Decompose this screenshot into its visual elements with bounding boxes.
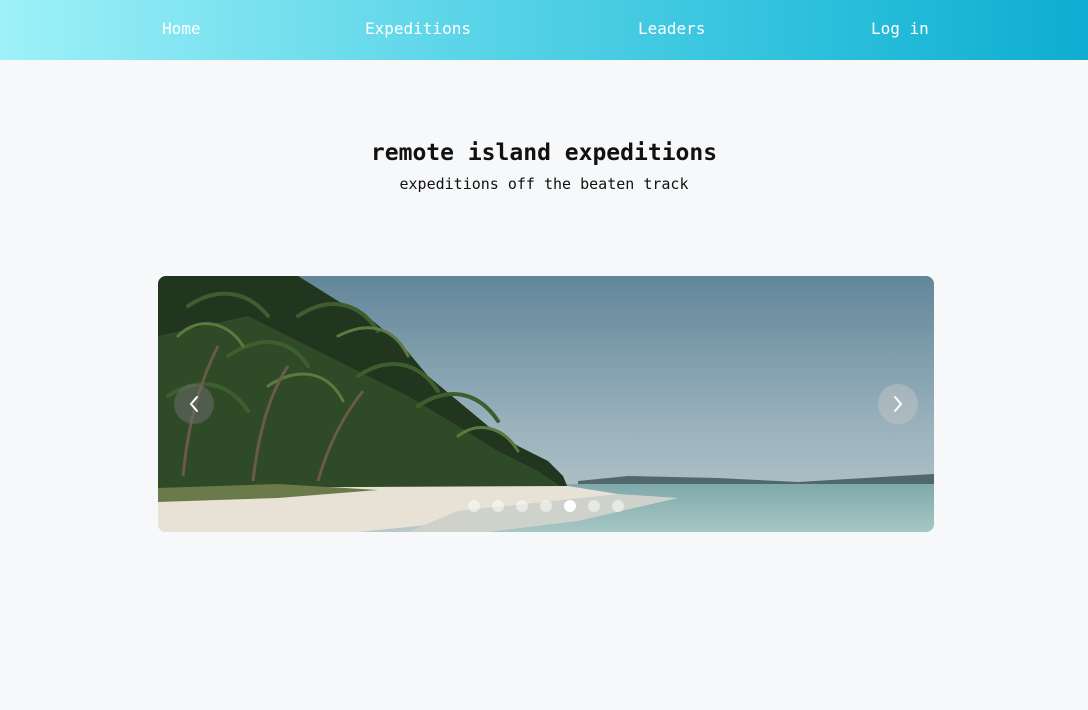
carousel-indicator-dot[interactable] [540, 500, 552, 512]
carousel-indicator-dot[interactable] [564, 500, 576, 512]
carousel-indicator-dot[interactable] [612, 500, 624, 512]
chevron-left-icon [189, 396, 198, 412]
carousel-indicators [468, 500, 638, 512]
carousel-indicator-dot[interactable] [588, 500, 600, 512]
carousel-indicator-dot[interactable] [492, 500, 504, 512]
chevron-right-icon [894, 396, 903, 412]
top-navbar: Home Expeditions Leaders Log in [0, 0, 1088, 60]
carousel-indicator-dot[interactable] [516, 500, 528, 512]
page-title: remote island expeditions [370, 140, 718, 166]
nav-link-home[interactable]: Home [162, 18, 201, 40]
carousel-prev-button[interactable] [174, 384, 214, 424]
page-subtitle: expeditions off the beaten track [399, 175, 689, 193]
nav-link-login[interactable]: Log in [871, 18, 929, 40]
image-carousel [158, 276, 934, 532]
carousel-indicator-dot[interactable] [468, 500, 480, 512]
carousel-next-button[interactable] [878, 384, 918, 424]
carousel-slide-image [158, 276, 934, 532]
nav-link-leaders[interactable]: Leaders [638, 18, 705, 40]
nav-link-expeditions[interactable]: Expeditions [365, 18, 471, 40]
